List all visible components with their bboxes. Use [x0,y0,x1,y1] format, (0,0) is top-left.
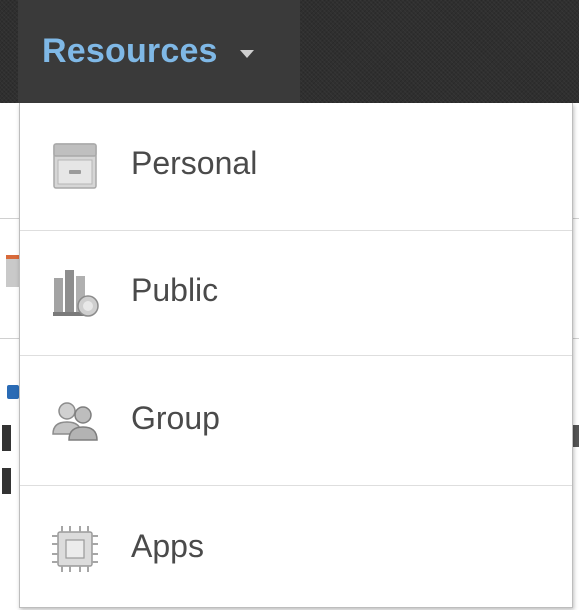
menu-item-group[interactable]: Group [20,356,572,485]
resources-dropdown-menu: Personal Public Group Apps [19,103,573,608]
drawer-icon [53,143,97,189]
library-icon [53,270,99,317]
page-fragment-link [7,385,19,399]
page-fragment-text [573,425,579,447]
menu-item-label: Personal [131,145,258,181]
page-divider [0,218,19,219]
chevron-down-icon [239,49,254,58]
resources-label: Resources [42,32,218,70]
menu-item-personal[interactable]: Personal [20,103,572,230]
resources-menu-toggle[interactable]: Resources [18,0,300,103]
page-fragment-icon [6,255,19,287]
menu-item-apps[interactable]: Apps [20,486,572,608]
page-divider [0,338,19,339]
menu-item-label: Public [131,272,219,308]
menu-item-label: Apps [131,528,204,564]
menu-item-label: Group [131,400,220,436]
page-divider [573,218,579,219]
page-fragment-text [2,468,11,494]
menu-item-public[interactable]: Public [20,231,572,355]
apps-icon [52,526,98,572]
screen: Resources Personal Public Group Apps [0,0,579,610]
page-divider [573,338,579,339]
top-navbar: Resources [0,0,579,103]
page-fragment-text [2,425,11,451]
users-icon [52,402,98,441]
